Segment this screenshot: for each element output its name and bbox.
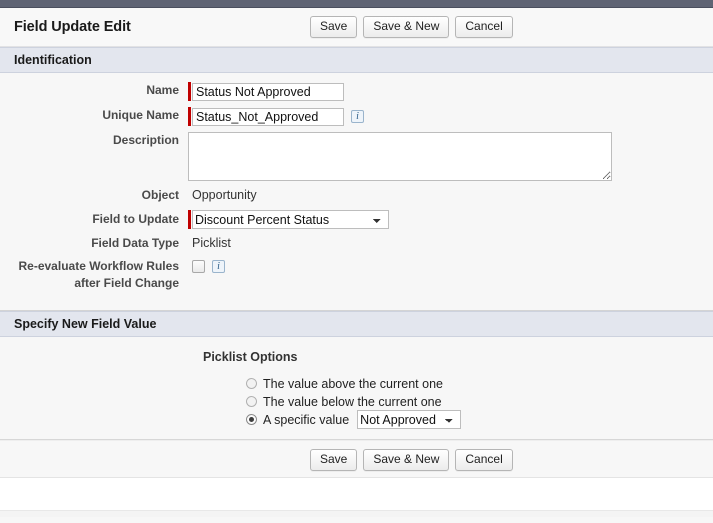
reevaluate-checkbox[interactable] [192,260,205,273]
field-data-type-value: Picklist [192,236,231,250]
cancel-button[interactable]: Cancel [455,16,513,38]
page-header: Field Update Edit Save Save & New Cancel [0,8,713,47]
info-icon-reevaluate[interactable] [212,260,225,273]
field-data-type-control: Picklist [188,235,231,252]
radio-value-below[interactable] [246,396,257,407]
picklist-option-row-specific[interactable]: A specific value Not Approved [246,410,713,429]
save-button[interactable]: Save [310,16,358,38]
radio-label-specific-value: A specific value [263,412,350,427]
header-button-group: Save Save & New Cancel [310,16,513,38]
cancel-button-bottom[interactable]: Cancel [455,449,513,471]
specific-value-select[interactable]: Not Approved [357,410,462,429]
description-textarea[interactable] [188,132,612,181]
field-to-update-control: Discount Percent Status [188,210,389,229]
field-to-update-select[interactable]: Discount Percent Status [192,210,389,229]
required-marker-unique-name [188,107,191,126]
description-control [188,132,612,181]
picklist-option-row-above[interactable]: The value above the current one [246,375,713,392]
required-marker-field-to-update [188,210,191,229]
description-label: Description [112,133,179,147]
field-row-field-to-update: Field to Update Discount Percent Status [0,210,713,229]
page-body: Field Update Edit Save Save & New Cancel… [0,8,713,523]
radio-label-value-above: The value above the current one [263,376,443,391]
info-icon-unique-name[interactable] [351,110,364,123]
field-data-type-label: Field Data Type [91,236,179,250]
save-and-new-button-bottom[interactable]: Save & New [363,449,450,471]
save-button-bottom[interactable]: Save [310,449,358,471]
field-to-update-label: Field to Update [92,212,179,226]
unique-name-input[interactable] [192,107,344,126]
field-row-description: Description [0,132,713,181]
object-label: Object [141,188,179,202]
unique-name-control [188,107,364,126]
field-row-field-data-type: Field Data Type Picklist [0,235,713,252]
picklist-options-label: Picklist Options [203,350,298,364]
page-bottom-whitespace [0,477,713,510]
field-row-name: Name [0,82,713,101]
radio-value-above[interactable] [246,378,257,389]
radio-label-value-below: The value below the current one [263,394,442,409]
name-label: Name [146,83,179,97]
reevaluate-label-line1: Re-evaluate Workflow Rules [18,259,180,273]
browser-chrome-strip [0,0,713,8]
page-title: Field Update Edit [14,19,131,35]
identification-form: Name Unique Name Description Object Op [0,73,713,304]
name-input[interactable] [192,82,344,101]
reevaluate-label: Re-evaluate Workflow Rules after Field C… [0,258,188,292]
field-row-object: Object Opportunity [0,187,713,204]
reevaluate-label-line2: after Field Change [74,276,179,290]
reevaluate-control [188,258,225,275]
object-control: Opportunity [188,187,257,204]
field-row-unique-name: Unique Name [0,107,713,126]
required-marker-name [188,82,191,101]
unique-name-label: Unique Name [102,108,179,122]
footer-button-group: Save Save & New Cancel [310,449,513,471]
save-and-new-button[interactable]: Save & New [363,16,450,38]
picklist-option-row-below[interactable]: The value below the current one [246,393,713,410]
section-header-identification: Identification [0,47,713,73]
name-control [188,82,344,101]
page-bottom-edge [0,510,713,517]
section-header-specify-new-field-value: Specify New Field Value [0,311,713,337]
radio-specific-value[interactable] [246,414,257,425]
footer-button-bar: Save Save & New Cancel [0,440,713,477]
picklist-options-area: Picklist Options The value above the cur… [0,337,713,439]
object-value: Opportunity [192,188,257,202]
field-row-reevaluate: Re-evaluate Workflow Rules after Field C… [0,258,713,292]
